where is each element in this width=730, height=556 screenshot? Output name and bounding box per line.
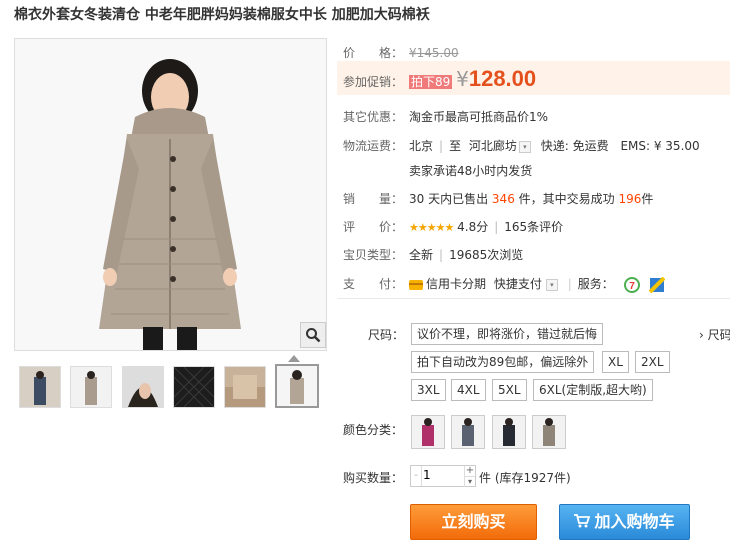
- buy-now-button[interactable]: 立刻购买: [410, 504, 537, 540]
- color-swatch-3[interactable]: [492, 415, 526, 449]
- quantity-down-button[interactable]: ▾: [464, 476, 475, 487]
- main-product-image[interactable]: [14, 38, 327, 351]
- color-swatch-3-image: [493, 416, 525, 448]
- price-row: 价 格： ¥145.00: [343, 44, 459, 61]
- thumbnail-3[interactable]: [122, 366, 164, 408]
- size-option-3xl[interactable]: 3XL: [411, 379, 446, 401]
- ship-from[interactable]: 北京: [409, 139, 433, 153]
- sales-suffix: 件: [641, 192, 654, 206]
- color-swatch-2-image: [452, 416, 484, 448]
- quantity-stepper: - + ▾: [410, 465, 476, 487]
- magnifier-icon: [306, 328, 321, 343]
- rating-label: 评 价：: [343, 220, 404, 234]
- ship-to-dropdown-icon[interactable]: ▾: [518, 140, 531, 153]
- promo-tag: 拍下89: [409, 75, 453, 89]
- quantity-decrement-button[interactable]: -: [411, 466, 422, 486]
- rating-stars-icon: ★★★★★: [409, 221, 454, 234]
- ship-promise: 卖家承诺48小时内发货: [409, 164, 533, 178]
- quantity-increment-button[interactable]: +: [464, 466, 475, 476]
- original-price-currency: ¥: [409, 46, 417, 60]
- cart-icon: [574, 514, 591, 528]
- seven-day-return-icon[interactable]: 7: [623, 276, 640, 293]
- size-option-xl[interactable]: XL: [602, 351, 629, 373]
- ems-fee: EMS: ¥ 35.00: [620, 139, 700, 153]
- size-option-2xl[interactable]: 2XL: [635, 351, 670, 373]
- size-option-1[interactable]: 议价不理，即将涨价，错过就后悔: [411, 323, 604, 345]
- type-label: 宝贝类型：: [343, 248, 404, 262]
- promo-row: 参加促销： 拍下89 ¥128.00: [343, 66, 536, 92]
- quantity-stock: 件 (库存1927件): [479, 471, 571, 485]
- other-offer-label: 其它优惠：: [343, 110, 404, 124]
- credit-installment[interactable]: 信用卡分期: [426, 277, 486, 291]
- color-label: 颜色分类：: [343, 423, 404, 437]
- size-label: 尺码：: [368, 328, 405, 342]
- size-option-4xl[interactable]: 4XL: [451, 379, 486, 401]
- sales-success: 196: [618, 192, 642, 206]
- credit-card-icon: [409, 279, 423, 290]
- color-swatch-1-image: [412, 416, 444, 448]
- color-swatch-4-image: [533, 416, 565, 448]
- sales-label: 销 量：: [343, 192, 404, 206]
- product-photo: [15, 39, 326, 350]
- shipping-row: 物流运费： 北京 | 至 河北廊坊 ▾ 快递: 免运费 EMS: ¥ 35.00: [343, 139, 700, 153]
- promo-currency: ¥: [456, 67, 469, 91]
- shipping-label: 物流运费：: [343, 139, 404, 153]
- sales-prefix: 30 天内已售出: [409, 192, 489, 206]
- rating-row: 评 价： ★★★★★ 4.8分 | 165条评价: [343, 220, 564, 234]
- color-swatch-2[interactable]: [451, 415, 485, 449]
- color-swatch-1[interactable]: [411, 415, 445, 449]
- product-title: 棉衣外套女冬装清仓 中老年肥胖妈妈装棉服女中长 加肥加大码棉袄: [14, 7, 430, 23]
- thumbnail-pointer-icon: [288, 355, 300, 362]
- price-label: 价 格：: [343, 46, 404, 60]
- thumbnail-5[interactable]: [224, 366, 266, 408]
- thumbnail-1[interactable]: [19, 366, 61, 408]
- payment-label: 支 付：: [343, 277, 404, 291]
- thumbnail-6-selected[interactable]: [275, 364, 319, 408]
- other-offer-row: 其它优惠： 淘金币最高可抵商品价1%: [343, 108, 548, 125]
- size-option-5xl[interactable]: 5XL: [492, 379, 527, 401]
- review-count-link[interactable]: 165条评价: [504, 220, 563, 234]
- sales-row: 销 量： 30 天内已售出 346 件，其中交易成功 196件: [343, 190, 653, 207]
- quantity-input[interactable]: [423, 467, 463, 483]
- original-price: 145.00: [416, 46, 459, 60]
- rating-score: 4.8分: [457, 220, 489, 234]
- size-chart-link[interactable]: › 尺码: [699, 326, 730, 343]
- thumbnail-2[interactable]: [70, 366, 112, 408]
- zoom-button[interactable]: [300, 322, 326, 348]
- promo-price: 128.00: [468, 66, 537, 91]
- ship-to-label: 至: [449, 139, 462, 153]
- quick-pay[interactable]: 快捷支付: [494, 277, 542, 291]
- service-label: 服务：: [577, 277, 614, 291]
- thumbnail-4[interactable]: [173, 366, 215, 408]
- quantity-label: 购买数量：: [343, 471, 404, 485]
- other-offer-text: 淘金币最高可抵商品价1%: [409, 110, 549, 124]
- item-condition: 全新: [409, 248, 434, 262]
- promo-label: 参加促销：: [343, 75, 404, 89]
- size-option-6xl[interactable]: 6XL(定制版,超大哟): [533, 379, 653, 401]
- size-option-2[interactable]: 拍下自动改为89包邮，偏远除外: [411, 351, 595, 373]
- guarantee-icon[interactable]: [649, 276, 666, 293]
- divider: [337, 298, 730, 299]
- add-to-cart-button[interactable]: 加入购物车: [559, 504, 690, 540]
- color-swatch-4[interactable]: [532, 415, 566, 449]
- view-count: 19685次浏览: [449, 248, 524, 262]
- express-fee: 快递: 免运费: [540, 139, 609, 153]
- svg-text:7: 7: [629, 281, 635, 292]
- add-to-cart-label: 加入购物车: [594, 512, 675, 531]
- quick-pay-dropdown-icon[interactable]: ▾: [545, 278, 558, 291]
- ship-to[interactable]: 河北廊坊: [469, 139, 517, 153]
- type-row: 宝贝类型： 全新 | 19685次浏览: [343, 248, 524, 262]
- sales-mid: 件，其中交易成功: [518, 192, 615, 206]
- payment-row: 支 付： 信用卡分期 快捷支付 ▾ | 服务： 7: [343, 275, 666, 293]
- sales-count: 346: [491, 192, 515, 206]
